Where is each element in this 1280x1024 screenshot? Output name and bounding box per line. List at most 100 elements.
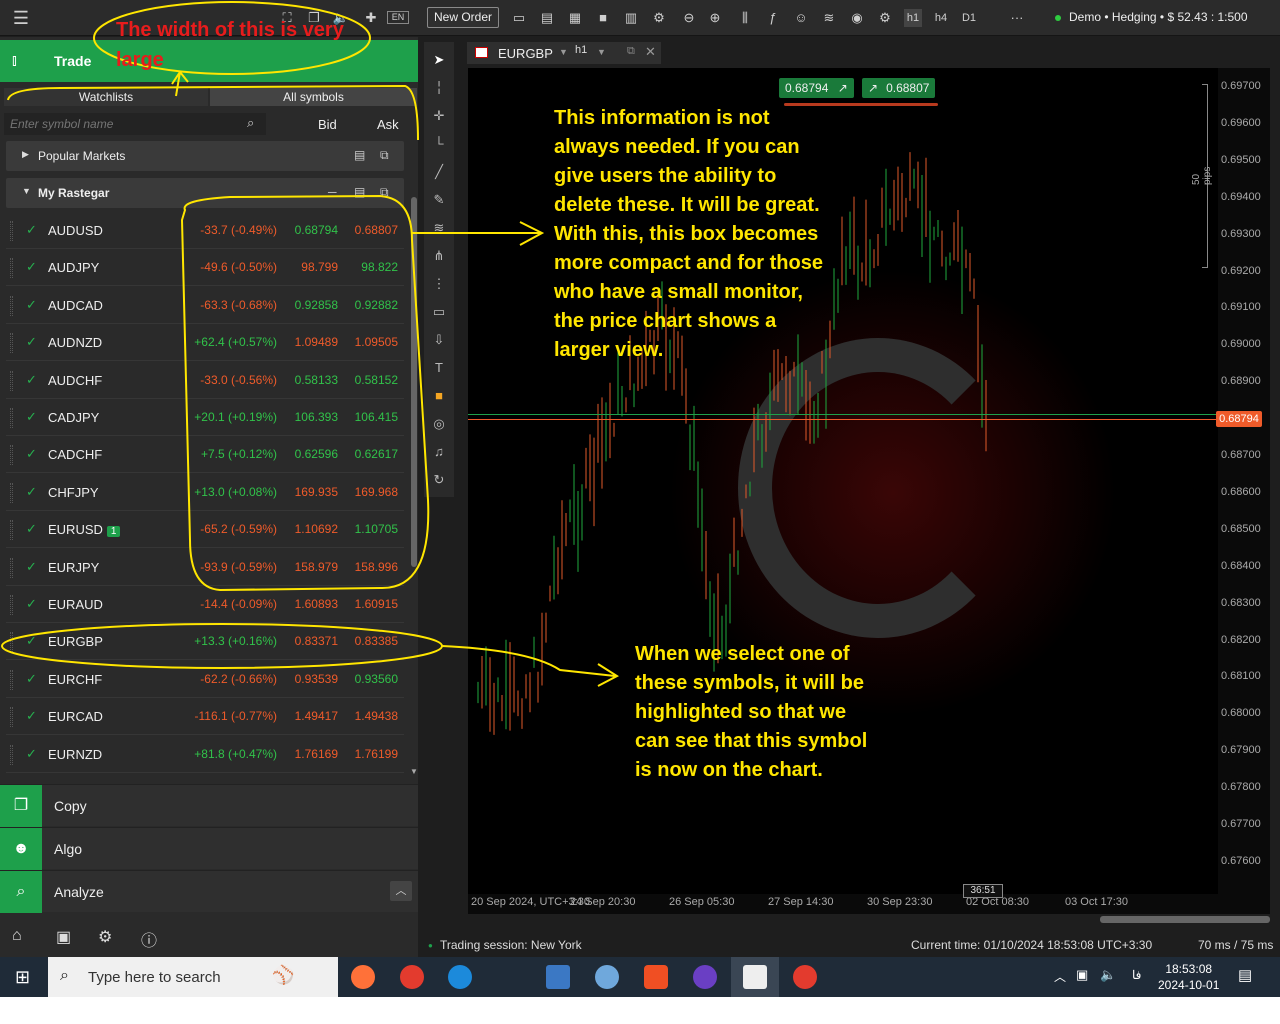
bid-price[interactable]: 0.58133 [295,373,338,387]
tab-all-symbols[interactable]: All symbols [210,88,417,106]
expand-icon[interactable]: ▶ [22,149,29,160]
bid-price[interactable]: 0.92858 [295,298,338,312]
scroll-down-icon[interactable]: ▼ [410,767,418,776]
hamburger-menu-icon[interactable]: ☰ [12,9,30,27]
popout-icon[interactable]: ⧉ [627,45,635,58]
close-icon[interactable]: ✕ [645,44,656,60]
ask-price[interactable]: 1.10705 [355,522,398,536]
ask-price[interactable]: 1.76199 [355,747,398,761]
ctrader-taskbar-item[interactable] [731,957,779,997]
pitchfork-icon[interactable]: ⋔ [431,248,447,264]
bid-price[interactable]: 98.799 [301,260,338,274]
table-row[interactable]: ✓ EURUSD 1 -65.2 (-0.59%) 1.10692 1.10705 [6,511,404,549]
chart-settings-2-icon[interactable]: ⚙ [876,9,894,27]
grid-layout-icon[interactable]: ▦ [566,9,584,27]
drag-handle-icon[interactable] [10,707,13,728]
ask-price[interactable]: 1.49438 [355,709,398,723]
drag-handle-icon[interactable] [10,744,13,765]
drag-handle-icon[interactable] [10,295,13,316]
taskbar-clock[interactable]: 18:53:08 2024-10-01 [1158,961,1219,993]
notifications-icon[interactable]: ▤ [1238,966,1252,984]
language-button[interactable]: EN [387,11,409,24]
grid-tool-icon[interactable]: ⋮ [431,276,447,292]
table-row[interactable]: ✓ AUDUSD -33.7 (-0.49%) 0.68794 0.68807 [6,212,404,249]
table-row[interactable]: ✓ AUDCAD -63.3 (-0.68%) 0.92858 0.92882 [6,286,404,324]
drag-handle-icon[interactable] [10,595,13,615]
table-row[interactable]: ✓ EURCHF -62.2 (-0.66%) 0.93539 0.93560 [6,660,404,698]
replay-icon[interactable]: ↻ [431,472,447,488]
zoom-out-icon[interactable]: ⊖ [680,9,698,27]
brush-icon[interactable]: ✎ [431,192,447,208]
cursor-icon[interactable]: ➤ [431,52,447,68]
ask-price[interactable]: 1.09505 [355,335,398,349]
help-icon[interactable]: ⓘ [141,927,157,951]
drag-handle-icon[interactable] [10,520,13,541]
search-icon[interactable]: ⌕ [247,115,254,131]
color-icon[interactable]: ■ [431,388,447,403]
split-layout-icon[interactable]: ▥ [622,9,640,27]
table-row[interactable]: ✓ AUDNZD +62.4 (+0.57%) 1.09489 1.09505 [6,324,404,362]
store-icon[interactable]: ⌂ [12,927,22,945]
drag-handle-icon[interactable] [10,669,13,690]
timeframe-h1[interactable]: h1 [904,9,922,27]
zoom-in-icon[interactable]: ⊕ [706,9,724,27]
chart-horizontal-scrollbar[interactable] [1100,916,1270,923]
tab-watchlists[interactable]: Watchlists [4,88,208,106]
bid-price[interactable]: 169.935 [295,485,338,499]
search-input[interactable] [4,113,266,135]
account-info[interactable]: Demo • Hedging • $ 52.43 : 1:500 [1055,10,1248,24]
table-row[interactable]: ✓ CADJPY +20.1 (+0.19%) 106.393 106.415 [6,399,404,436]
edge-icon[interactable] [448,965,472,989]
collapse-icon[interactable]: ▼ [22,186,31,196]
ask-price[interactable]: 0.68807 [355,223,398,237]
bid-price[interactable]: 106.393 [295,410,338,424]
time-axis[interactable]: 20 Sep 2024, UTC+3:30 24 Sep 20:30 26 Sep … [468,894,1270,914]
camera-icon[interactable]: ◎ [431,416,447,432]
timeframe-d1[interactable]: D1 [960,9,978,27]
candles-icon[interactable]: ⫼ [736,9,754,27]
bid-price[interactable]: 1.09489 [295,335,338,349]
popout-icon[interactable]: ⧉ [380,185,389,200]
fibonacci-icon[interactable]: ≋ [431,220,447,236]
timeframe-dropdown-icon[interactable]: ▼ [597,47,606,57]
firefox-icon[interactable] [351,965,375,989]
ask-price[interactable]: 169.968 [355,485,398,499]
bid-price[interactable]: 0.62596 [295,447,338,461]
bid-price[interactable]: 1.76169 [295,747,338,761]
buy-button[interactable]: ↗ 0.68807 [862,78,936,98]
ask-price[interactable]: 0.83385 [355,634,398,648]
chart-tab[interactable]: EURGBP ▼ h1 ▼ ⧉ ✕ [467,42,661,64]
single-layout-icon[interactable]: ■ [594,9,612,27]
volume-icon[interactable]: 🔈 [1100,967,1116,983]
menu-analyze[interactable]: ⌕ Analyze ︿ [0,870,418,913]
menu-algo[interactable]: ☻ Algo [0,827,418,870]
layers-icon[interactable]: ≋ [820,9,838,27]
robot-icon[interactable]: ☺ [792,9,810,27]
crosshair-icon[interactable]: ✛ [431,108,447,124]
alert-bell-icon[interactable]: ♫ [431,444,447,459]
indicator-icon[interactable]: ƒ [764,9,782,27]
bid-price[interactable]: 1.10692 [295,522,338,536]
chart-mode-icon[interactable]: ▭ [510,9,528,27]
table-row[interactable]: ✓ EURCAD -116.1 (-0.77%) 1.49417 1.49438 [6,698,404,736]
vertical-line-icon[interactable]: ╎ [431,80,447,96]
symbol-dropdown-icon[interactable]: ▼ [559,47,568,57]
table-row[interactable]: ✓ AUDJPY -49.6 (-0.50%) 98.799 98.822 [6,249,404,287]
drag-handle-icon[interactable] [10,221,13,241]
table-row[interactable]: ✓ EURNZD +81.8 (+0.47%) 1.76169 1.76199 [6,735,404,773]
new-order-button[interactable]: New Order [427,7,500,28]
ask-price[interactable]: 0.93560 [355,672,398,686]
drag-handle-icon[interactable] [10,445,13,466]
ask-price[interactable]: 106.415 [355,410,398,424]
ask-price[interactable]: 0.58152 [355,373,398,387]
table-row[interactable]: ✓ CADCHF +7.5 (+0.12%) 0.62596 0.62617 [6,436,404,474]
eye-icon[interactable]: ◉ [848,9,866,27]
tor-icon[interactable] [693,965,717,989]
trendline-icon[interactable]: ╱ [431,164,447,180]
chrome-2-icon[interactable] [793,965,817,989]
bid-price[interactable]: 0.83371 [295,634,338,648]
bid-price[interactable]: 0.93539 [295,672,338,686]
drag-handle-icon[interactable] [10,557,13,578]
drag-handle-icon[interactable] [10,370,13,391]
rectangle-icon[interactable]: ▭ [431,304,447,320]
